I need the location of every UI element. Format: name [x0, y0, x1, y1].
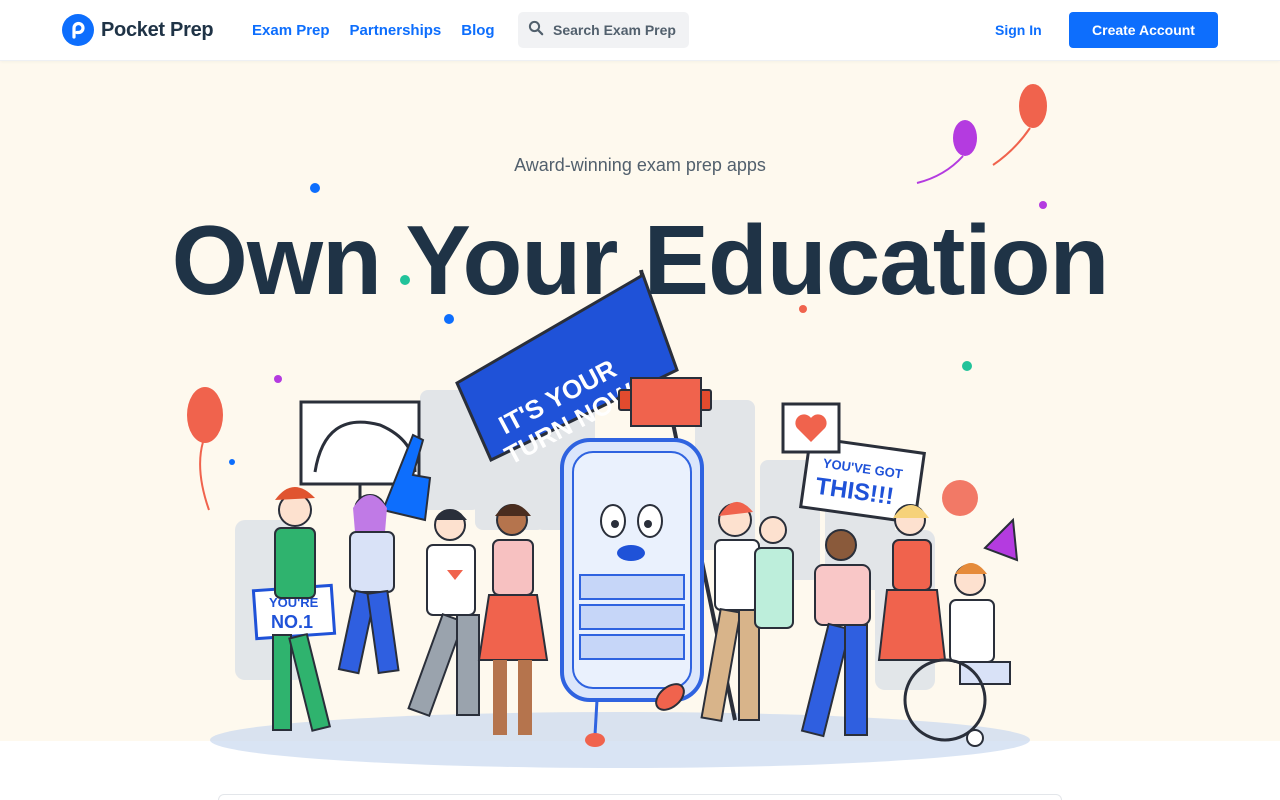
site-header: Pocket Prep Exam Prep Partnerships Blog …: [0, 0, 1280, 61]
ground-shadow: [210, 712, 1030, 768]
sign-left-line2: NO.1: [271, 612, 313, 632]
content-card-top: [218, 794, 1062, 800]
pom-pom-icon: [942, 480, 978, 516]
search-box[interactable]: [518, 12, 689, 48]
balloon-purple-icon: [916, 120, 977, 184]
nav-item-exam-prep[interactable]: Exam Prep: [252, 22, 330, 39]
balloon-red-left-icon: [187, 387, 223, 511]
nav-item-blog[interactable]: Blog: [461, 22, 494, 39]
purple-flag-icon: [983, 517, 1019, 562]
brand-name: Pocket Prep: [101, 18, 214, 41]
logo-link[interactable]: Pocket Prep: [62, 14, 214, 46]
hero-illustration: IT'S YOUR TURN NOW YOU'RE NO.1 YOU'VE GO…: [187, 84, 1047, 768]
pocket-prep-logo-icon: [62, 14, 94, 46]
main-nav: Exam Prep Partnerships Blog: [252, 0, 495, 61]
balloon-orange-icon: [992, 84, 1047, 166]
sign-in-link[interactable]: Sign In: [995, 22, 1042, 38]
create-account-button[interactable]: Create Account: [1069, 12, 1218, 48]
search-icon: [528, 20, 544, 41]
hero-headline: Own Your Education: [171, 205, 1110, 315]
nav-item-partnerships[interactable]: Partnerships: [350, 22, 442, 39]
search-input[interactable]: [553, 22, 683, 38]
sign-heart: [781, 402, 841, 454]
